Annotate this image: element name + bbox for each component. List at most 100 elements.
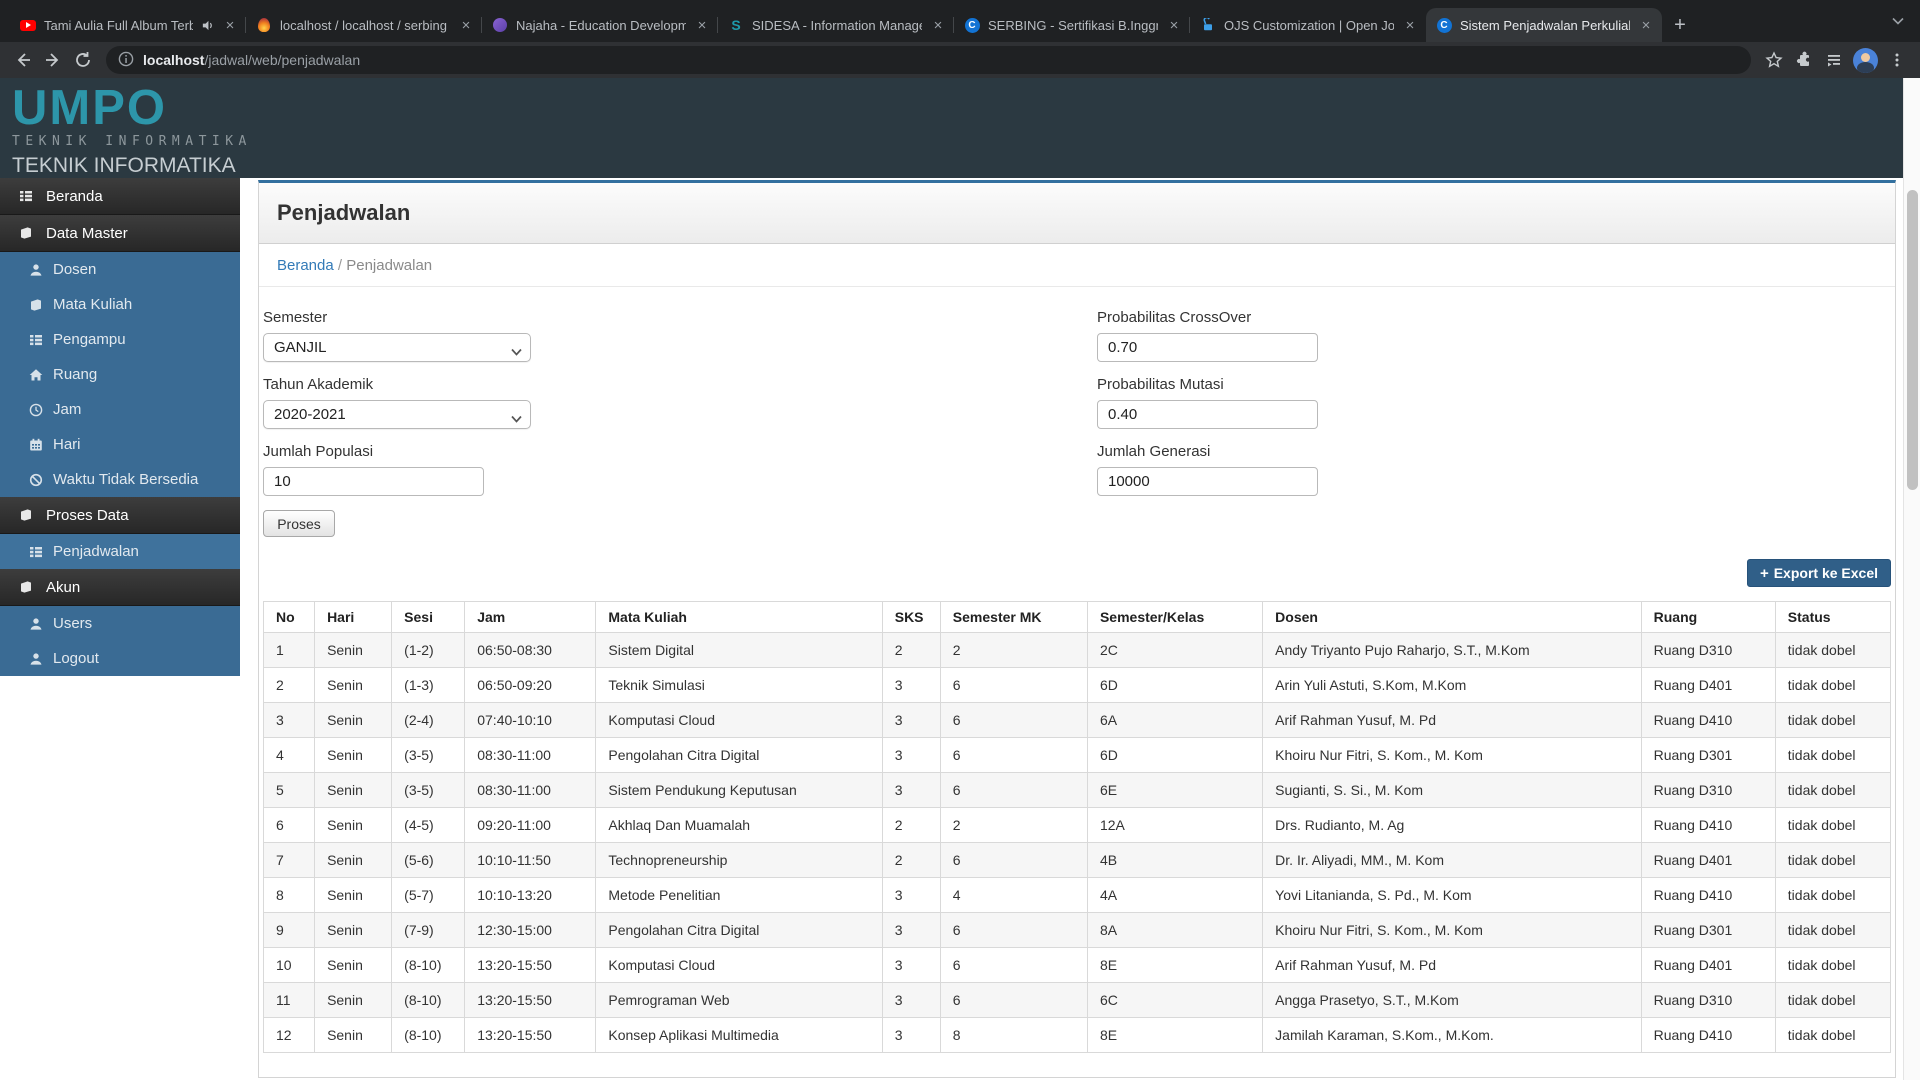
navbar-brand[interactable]: TEKNIK INFORMATIKA (12, 154, 1920, 178)
tab-close-icon[interactable]: × (694, 17, 710, 34)
forward-icon[interactable] (38, 46, 68, 74)
sidebar-item-users[interactable]: Users (0, 606, 240, 641)
sidebar-item-jam[interactable]: Jam (0, 392, 240, 427)
probabilitas-crossover-input[interactable] (1097, 333, 1318, 362)
table-cell: 6 (939, 842, 1088, 878)
table-cell: Senin (314, 912, 393, 948)
semester-select[interactable]: GANJIL (263, 333, 531, 362)
sidebar-item-proses-data[interactable]: Proses Data (0, 497, 240, 534)
jumlah-populasi-input[interactable] (263, 467, 484, 496)
column-header-sesi: Sesi (391, 601, 466, 633)
table-cell: 07:40-10:10 (464, 702, 597, 738)
browser-tab-localhost-localhost-serbing[interactable]: localhost / localhost / serbing | × (245, 8, 482, 42)
tab-close-icon[interactable]: × (222, 17, 238, 34)
table-cell: 3 (262, 702, 316, 738)
table-cell: 8 (262, 877, 316, 913)
ban-icon (28, 473, 43, 487)
table-cell: Andy Triyanto Pujo Raharjo, S.T., M.Kom (1262, 632, 1642, 668)
column-header-no: No (262, 601, 316, 633)
table-cell: Sugianti, S. Si., M. Kom (1262, 772, 1642, 808)
browser-menu-dots-icon[interactable] (1882, 46, 1912, 74)
sidebar-item-data-master[interactable]: Data Master (0, 215, 240, 252)
user-icon (28, 652, 43, 666)
table-cell: 13:20-15:50 (464, 1017, 597, 1053)
sidebar-item-beranda[interactable]: Beranda (0, 178, 240, 215)
browser-tab-sistem-penjadwalan-perkuliaha[interactable]: C Sistem Penjadwalan Perkuliaha × (1426, 8, 1662, 42)
reload-icon[interactable] (68, 46, 98, 74)
browser-tab-najaha-education-developme[interactable]: Najaha - Education Developme × (481, 8, 718, 42)
browser-tab-ojs-customization-open-jou[interactable]: OJS Customization | Open Jou × (1189, 8, 1426, 42)
proses-button[interactable]: Proses (263, 510, 335, 537)
scrollbar-thumb[interactable] (1907, 190, 1918, 490)
najaha-favicon (492, 17, 508, 33)
new-tab-button[interactable]: + (1666, 11, 1694, 39)
tab-title: Tami Aulia Full Album Terba (44, 17, 193, 33)
probabilitas-mutasi-label: Probabilitas Mutasi (1097, 376, 1224, 393)
bookmark-star-icon[interactable] (1759, 46, 1789, 74)
book-icon (28, 298, 43, 312)
sidebar-item-label: Logout (53, 650, 99, 667)
table-cell: tidak dobel (1774, 772, 1892, 808)
export-excel-button[interactable]: + Export ke Excel (1746, 559, 1891, 587)
table-cell: Ruang D401 (1640, 667, 1776, 703)
umpo-logo-subtitle: TEKNIK INFORMATIKA (12, 134, 252, 149)
sidebar-item-akun[interactable]: Akun (0, 569, 240, 606)
serbing-favicon: C (964, 17, 980, 33)
table-cell: Arif Rahman Yusuf, M. Pd (1262, 947, 1642, 983)
lock-open-favicon (1200, 17, 1216, 33)
table-cell: 6 (939, 667, 1088, 703)
sidebar-item-penjadwalan[interactable]: Penjadwalan (0, 534, 240, 569)
tab-close-icon[interactable]: × (1638, 17, 1654, 34)
sidebar-item-logout[interactable]: Logout (0, 641, 240, 676)
browser-tab-serbing-sertifikasi-b-inggris[interactable]: C SERBING - Sertifikasi B.Inggris × (953, 8, 1190, 42)
browser-tab-strip: Tami Aulia Full Album Terba × localhost / … (0, 0, 1920, 42)
table-cell: Komputasi Cloud (595, 947, 883, 983)
tab-close-icon[interactable]: × (458, 17, 474, 34)
table-cell: 2 (881, 632, 941, 668)
table-cell: tidak dobel (1774, 807, 1892, 843)
table-cell: (3-5) (391, 737, 466, 773)
site-info-icon[interactable] (118, 51, 134, 70)
tahun-akademik-select[interactable]: 2020-2021 (263, 400, 531, 429)
tab-close-icon[interactable]: × (1166, 17, 1182, 34)
extensions-puzzle-icon[interactable] (1789, 46, 1819, 74)
table-cell: 12A (1086, 807, 1264, 843)
browser-tab-sidesa-information-managem[interactable]: S SIDESA - Information Managem × (717, 8, 954, 42)
address-bar[interactable]: localhost/jadwal/web/penjadwalan (106, 46, 1751, 74)
jumlah-generasi-input[interactable] (1097, 467, 1318, 496)
table-cell: 5 (262, 772, 316, 808)
probabilitas-mutasi-input[interactable] (1097, 400, 1318, 429)
browser-tab-tami-aulia-full-album-terba[interactable]: Tami Aulia Full Album Terba × (10, 8, 246, 42)
table-cell: 6D (1086, 737, 1264, 773)
column-header-dosen: Dosen (1262, 601, 1642, 633)
tab-title: SIDESA - Information Managem (752, 17, 922, 33)
breadcrumb-home-link[interactable]: Beranda (277, 257, 334, 274)
tab-close-icon[interactable]: × (930, 17, 946, 34)
table-cell: 6 (939, 982, 1088, 1018)
table-cell: Ruang D301 (1640, 737, 1776, 773)
tab-audio-icon[interactable] (201, 19, 214, 32)
sidebar-item-dosen[interactable]: Dosen (0, 252, 240, 287)
tab-strip-chevron-down-icon[interactable] (1892, 12, 1904, 30)
sidebar-item-pengampu[interactable]: Pengampu (0, 322, 240, 357)
page-scrollbar[interactable] (1903, 78, 1920, 1080)
tab-close-icon[interactable]: × (1402, 17, 1418, 34)
table-cell: Teknik Simulasi (595, 667, 883, 703)
sidebar-item-hari[interactable]: Hari (0, 427, 240, 462)
profile-avatar[interactable] (1853, 47, 1878, 73)
table-cell: 2 (939, 807, 1088, 843)
table-cell: 08:30-11:00 (464, 737, 597, 773)
table-row: 2 Senin (1-3) 06:50-09:20 Teknik Simulasi 3 6 6… (262, 667, 1892, 703)
table-cell: 8E (1086, 1017, 1264, 1053)
sidebar-item-ruang[interactable]: Ruang (0, 357, 240, 392)
table-cell: Senin (314, 877, 393, 913)
sidebar-item-waktu-tidak-bersedia[interactable]: Waktu Tidak Bersedia (0, 462, 240, 497)
table-row: 11 Senin (8-10) 13:20-15:50 Pemrograman Web 3… (262, 982, 1892, 1018)
table-cell: Pengolahan Citra Digital (595, 737, 883, 773)
reading-list-icon[interactable] (1819, 46, 1849, 74)
sidebar-item-label: Dosen (53, 261, 97, 278)
table-cell: 8E (1086, 947, 1264, 983)
back-icon[interactable] (8, 46, 38, 74)
sidebar-item-mata-kuliah[interactable]: Mata Kuliah (0, 287, 240, 322)
table-cell: 1 (262, 632, 316, 668)
